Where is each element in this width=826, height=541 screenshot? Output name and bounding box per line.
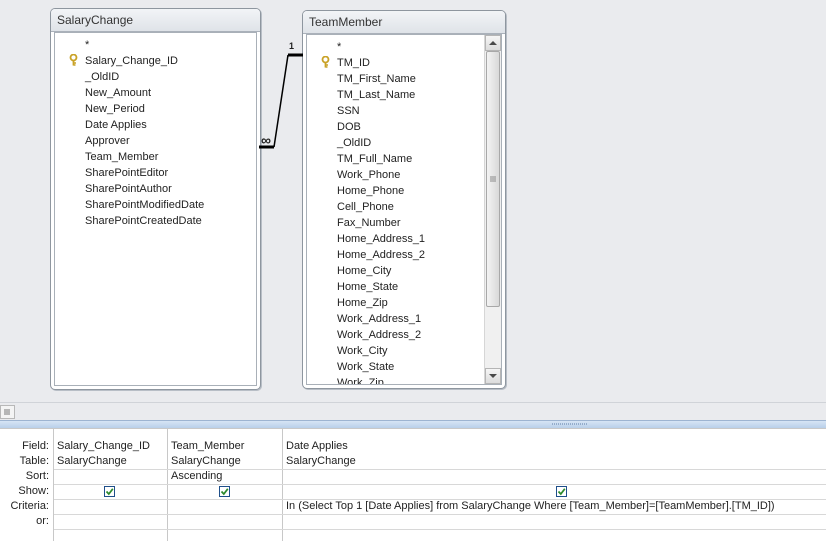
grid-sort-cell[interactable]: Ascending bbox=[167, 469, 282, 484]
scrollbar-thumb[interactable] bbox=[486, 51, 500, 307]
checkbox-icon bbox=[220, 488, 229, 496]
field-list-item[interactable]: SharePointEditor bbox=[85, 165, 168, 181]
grid-table-cell[interactable]: SalaryChange bbox=[282, 454, 826, 469]
show-checkbox[interactable] bbox=[104, 486, 115, 497]
field-list-item[interactable]: Home_State bbox=[337, 279, 398, 295]
grip-icon bbox=[490, 176, 496, 182]
field-list-item[interactable]: DOB bbox=[337, 119, 361, 135]
key-icon bbox=[69, 54, 78, 66]
field-list-item[interactable]: Work_Address_2 bbox=[337, 327, 421, 343]
salarychange-table[interactable]: SalaryChange * Salary_Change_ID _OldID New_… bbox=[50, 8, 261, 390]
row-label-field: Field: bbox=[22, 440, 49, 452]
field-list-item[interactable]: Work_Phone bbox=[337, 167, 400, 183]
field-list-item[interactable]: Team_Member bbox=[85, 149, 158, 165]
scroll-up-button[interactable] bbox=[485, 35, 501, 51]
row-label-sort: Sort: bbox=[25, 470, 49, 482]
query-design-grid: Field: Table: Sort: Show: Criteria: or: … bbox=[0, 428, 826, 541]
field-list-item[interactable]: TM_Full_Name bbox=[337, 151, 412, 167]
grid-criteria-cell[interactable] bbox=[53, 499, 167, 514]
field-list-item[interactable]: * bbox=[337, 39, 341, 55]
grid-table-cell[interactable]: SalaryChange bbox=[53, 454, 167, 469]
splitter-grip-icon bbox=[552, 423, 588, 425]
field-list-item[interactable]: SSN bbox=[337, 103, 360, 119]
checkbox-icon bbox=[105, 488, 114, 496]
teammember-vertical-scrollbar[interactable] bbox=[484, 35, 501, 384]
relationship-many-label: ∞ bbox=[261, 132, 271, 148]
query-design-surface: SalaryChange * Salary_Change_ID _OldID New_… bbox=[0, 0, 826, 402]
field-list-item[interactable]: Cell_Phone bbox=[337, 199, 394, 215]
field-list-item[interactable]: New_Period bbox=[85, 101, 145, 117]
field-list-item[interactable]: TM_First_Name bbox=[337, 71, 416, 87]
field-list-item[interactable]: SharePointCreatedDate bbox=[85, 213, 202, 229]
salarychange-table-title[interactable]: SalaryChange bbox=[51, 9, 260, 32]
grip-icon bbox=[4, 409, 10, 415]
grid-criteria-cell[interactable]: In (Select Top 1 [Date Applies] from Sal… bbox=[282, 499, 826, 514]
field-list-item[interactable]: Home_Zip bbox=[337, 295, 388, 311]
field-list-item[interactable]: SharePointAuthor bbox=[85, 181, 172, 197]
teammember-table[interactable]: TeamMember * TM_ID TM_First_Name TM_Last_Na… bbox=[302, 10, 506, 389]
row-label-table: Table: bbox=[19, 455, 49, 467]
field-list-item[interactable]: New_Amount bbox=[85, 85, 151, 101]
down-arrow-icon bbox=[489, 374, 497, 378]
field-list-item[interactable]: TM_ID bbox=[337, 55, 370, 71]
field-list-item[interactable]: _OldID bbox=[85, 69, 119, 85]
field-list-item[interactable]: * bbox=[85, 37, 89, 53]
field-list-item[interactable]: Fax_Number bbox=[337, 215, 401, 231]
checkbox-icon bbox=[557, 488, 566, 496]
field-list-item[interactable]: Date Applies bbox=[85, 117, 147, 133]
field-list-item[interactable]: Work_City bbox=[337, 343, 388, 359]
field-list-item[interactable]: _OldID bbox=[337, 135, 371, 151]
row-label-or: or: bbox=[36, 515, 49, 527]
field-list-item[interactable]: TM_Last_Name bbox=[337, 87, 415, 103]
grid-table-cell[interactable]: SalaryChange bbox=[167, 454, 282, 469]
show-checkbox[interactable] bbox=[219, 486, 230, 497]
key-icon bbox=[321, 56, 330, 68]
field-list-item[interactable]: Home_Phone bbox=[337, 183, 404, 199]
salarychange-field-list[interactable]: * Salary_Change_ID _OldID New_Amount New_Per… bbox=[54, 32, 257, 386]
grid-field-cell[interactable]: Date Applies bbox=[282, 439, 826, 454]
grid-sort-cell[interactable] bbox=[282, 469, 826, 484]
grid-field-cell[interactable]: Team_Member bbox=[167, 439, 282, 454]
field-list-item[interactable]: Work_Address_1 bbox=[337, 311, 421, 327]
field-list-item[interactable]: Home_City bbox=[337, 263, 391, 279]
scroll-left-button[interactable] bbox=[0, 405, 15, 419]
relationship-one-label: 1 bbox=[289, 41, 295, 51]
teammember-table-title[interactable]: TeamMember bbox=[303, 11, 505, 34]
field-list-item[interactable]: Home_Address_2 bbox=[337, 247, 425, 263]
grid-criteria-cell[interactable] bbox=[167, 499, 282, 514]
field-list-item[interactable]: Salary_Change_ID bbox=[85, 53, 178, 69]
row-label-show: Show: bbox=[18, 485, 49, 497]
show-checkbox[interactable] bbox=[556, 486, 567, 497]
row-label-criteria: Criteria: bbox=[10, 500, 49, 512]
field-list-item[interactable]: Work_State bbox=[337, 359, 394, 375]
grid-field-cell[interactable]: Salary_Change_ID bbox=[53, 439, 167, 454]
field-list-item[interactable]: Work_Zip bbox=[337, 375, 384, 384]
field-list-item[interactable]: Home_Address_1 bbox=[337, 231, 425, 247]
design-horizontal-scrollbar[interactable] bbox=[0, 402, 826, 421]
up-arrow-icon bbox=[489, 41, 497, 45]
field-list-item[interactable]: Approver bbox=[85, 133, 130, 149]
scroll-down-button[interactable] bbox=[485, 368, 501, 384]
teammember-field-list[interactable]: * TM_ID TM_First_Name TM_Last_Name SSN DOB _Ol… bbox=[306, 34, 502, 385]
field-list-item[interactable]: SharePointModifiedDate bbox=[85, 197, 204, 213]
grid-sort-cell[interactable] bbox=[53, 469, 167, 484]
